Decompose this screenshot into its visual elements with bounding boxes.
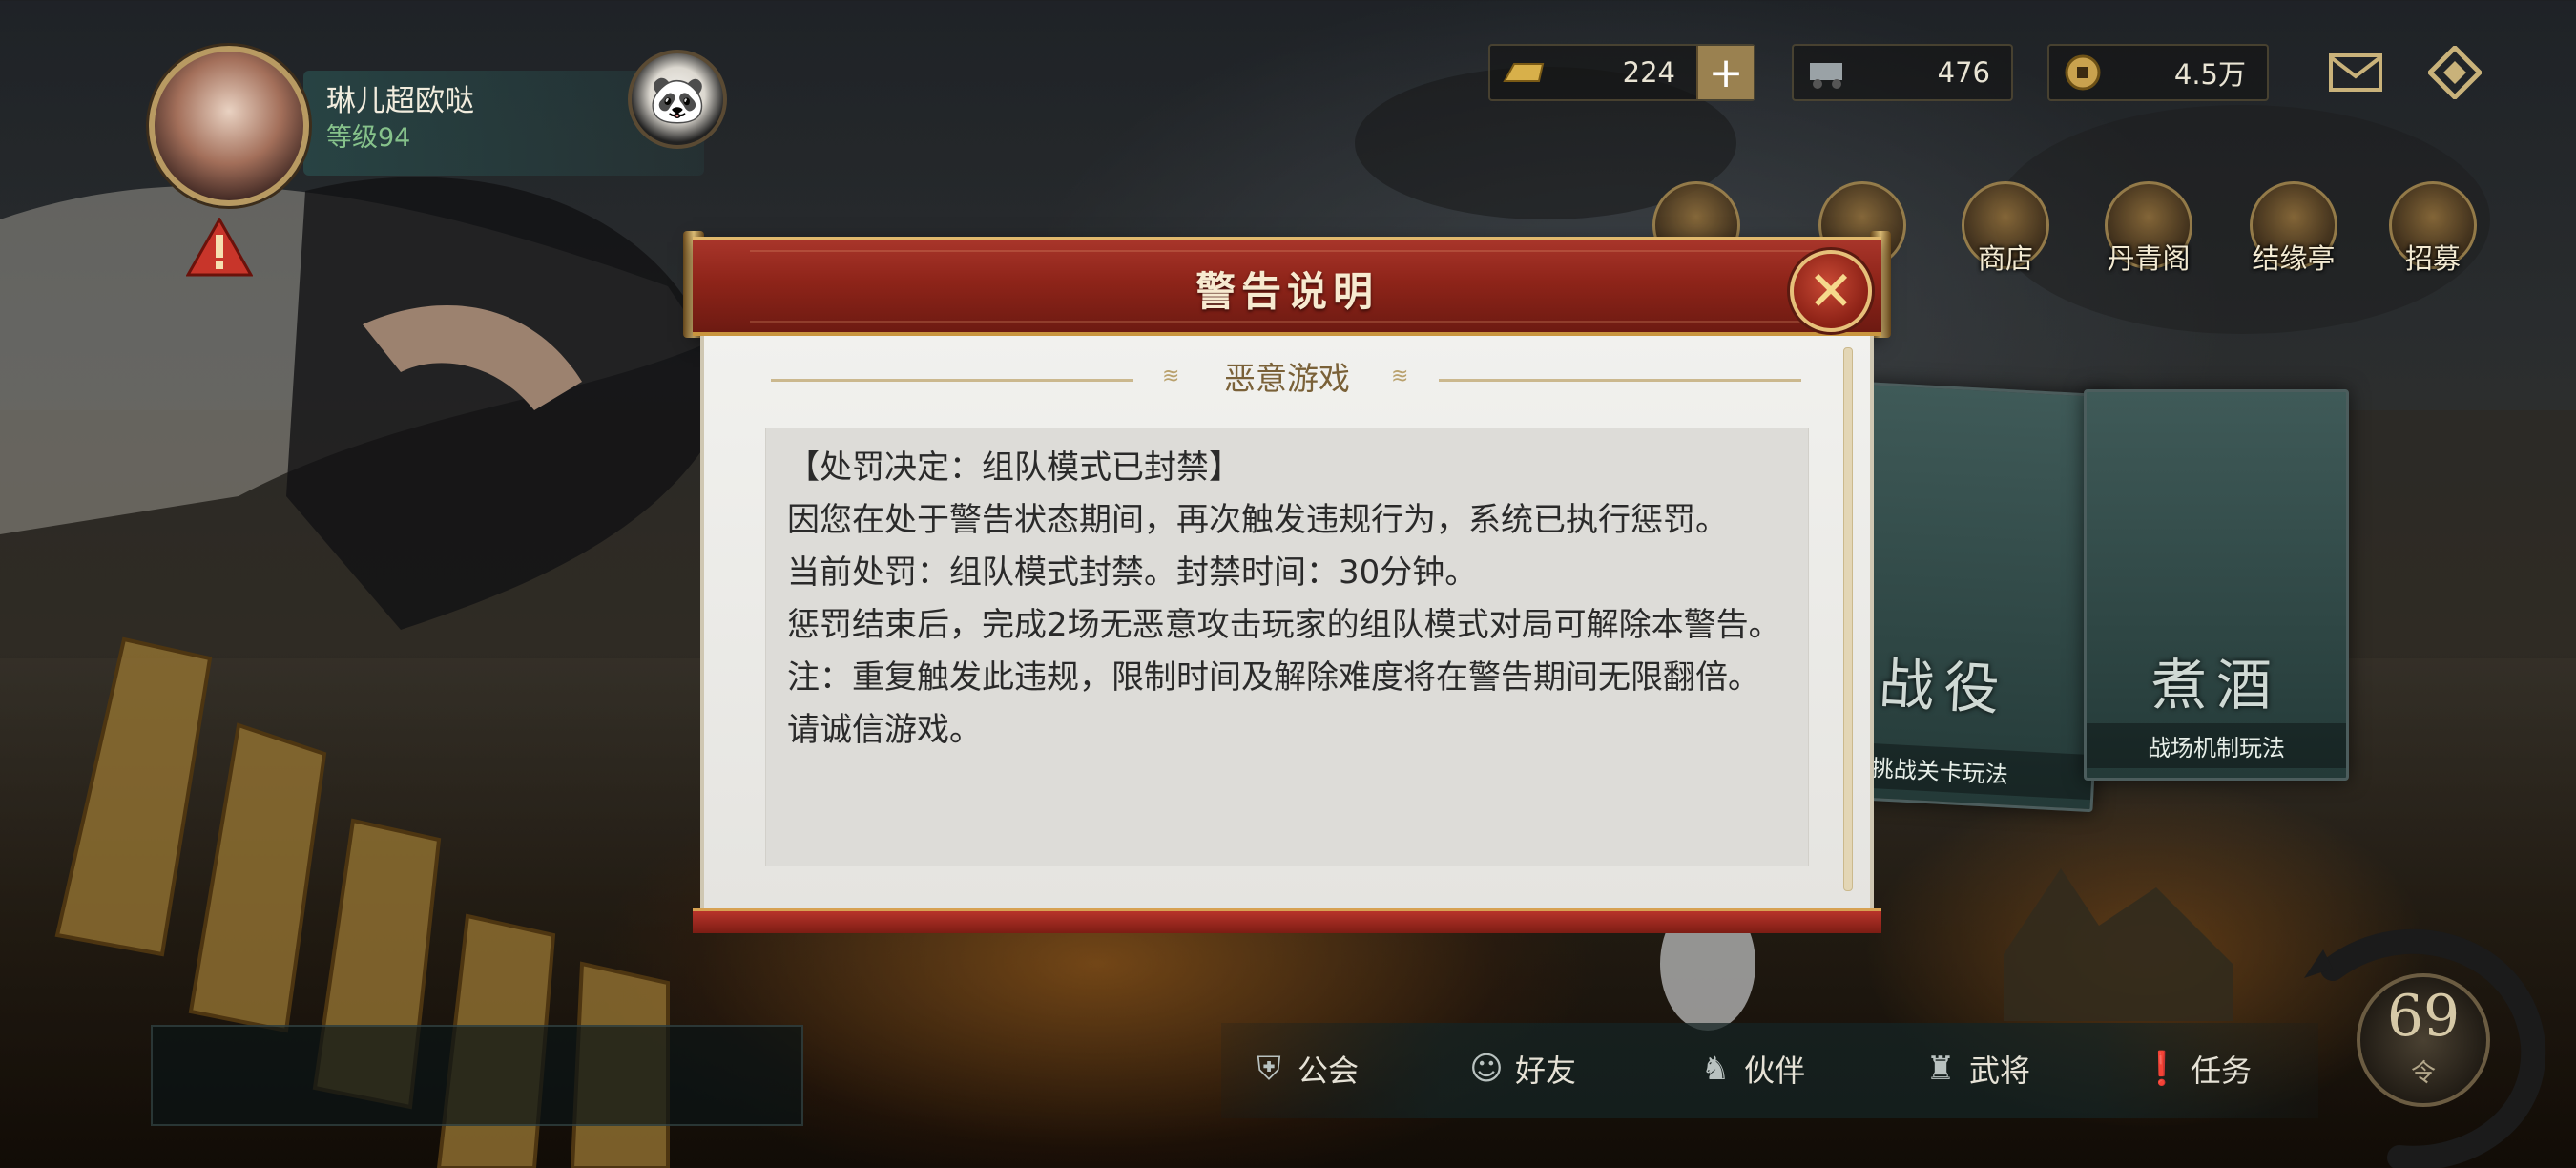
player-profile[interactable]: 琳儿超欧哒 等级94 🐼 xyxy=(143,42,735,214)
coin-currency: 4.5万 xyxy=(2047,44,2269,101)
dialog-subheader: 恶意游戏 xyxy=(1224,360,1350,397)
player-level: 等级94 xyxy=(326,123,411,153)
gold-ingot-icon xyxy=(1490,46,1557,99)
copper-coin-icon xyxy=(2049,46,2116,99)
penalty-decision: 【处罚决定：组队模式已封禁】 xyxy=(787,448,1241,487)
general-icon: ♜ xyxy=(1925,1050,1956,1088)
level-badge-label: 令 xyxy=(2410,1059,2436,1088)
lift-condition: 惩罚结束后，完成2场无恶意攻击玩家的组队模式对局可解除本警告。 xyxy=(787,606,1781,644)
penalty-note: 注：重复触发此违规，限制时间及解除难度将在警告期间无限翻倍。请诚信游戏。 xyxy=(787,658,1760,749)
penalty-reason: 因您在处于警告状态期间，再次触发违规行为，系统已执行惩罚。 xyxy=(787,501,1728,539)
partner-icon: ♞ xyxy=(1700,1050,1731,1088)
gold-value: 224 xyxy=(1622,56,1675,89)
close-button[interactable]: ✕ xyxy=(1790,250,1872,332)
close-icon: ✕ xyxy=(1807,259,1855,323)
dialog-body: ≋ ≋ 恶意游戏 【处罚决定：组队模式已封禁】 因您在处于警告状态期间，再次触发… xyxy=(700,336,1874,908)
feature-danqing[interactable]: 丹青阁 xyxy=(2095,181,2202,277)
nav-friends[interactable]: ☺ 好友 xyxy=(1465,1040,1576,1097)
feature-jieyuan[interactable]: 结缘亭 xyxy=(2240,181,2347,277)
chat-box[interactable] xyxy=(151,1025,803,1126)
feature-shop[interactable]: 商店 xyxy=(1952,181,2059,277)
dialog-footer xyxy=(693,908,1881,933)
coin-value: 4.5万 xyxy=(2173,58,2246,91)
mail-icon[interactable] xyxy=(2324,44,2387,101)
dialog-title: 警告说明 xyxy=(1195,268,1379,315)
friend-icon: ☺ xyxy=(1469,1050,1504,1088)
gold-currency: 224 + xyxy=(1488,44,1755,101)
add-gold-button[interactable]: + xyxy=(1696,46,1754,99)
feature-recruit[interactable]: 招募 xyxy=(2379,181,2486,277)
cart-currency: 476 xyxy=(1792,44,2013,101)
cart-value: 476 xyxy=(1937,56,1990,89)
nav-task[interactable]: ❗ 任务 xyxy=(2141,1040,2252,1097)
warning-icon[interactable] xyxy=(186,218,253,277)
guild-icon: ⛨ xyxy=(1257,1050,1281,1088)
warning-text-panel: 【处罚决定：组队模式已封禁】 因您在处于警告状态期间，再次触发违规行为，系统已执… xyxy=(765,428,1809,866)
mode-card-wine[interactable]: 煮酒 战场机制玩法 xyxy=(2084,389,2349,781)
player-name: 琳儿超欧哒 xyxy=(326,84,474,118)
menu-diamond-icon[interactable] xyxy=(2423,44,2486,101)
player-avatar[interactable] xyxy=(149,46,309,206)
nav-guild[interactable]: ⛨ 公会 xyxy=(1248,1040,1359,1097)
level-badge-value: 69 xyxy=(2386,983,2461,1050)
dialog-header: 警告说明 ✕ xyxy=(693,237,1881,336)
panda-badge-icon[interactable]: 🐼 xyxy=(628,50,727,149)
warning-dialog: 警告说明 ✕ ≋ ≋ 恶意游戏 【处罚决定：组队模式已封禁】 因您在处于警告状态… xyxy=(683,229,1891,939)
task-icon: ❗ xyxy=(2141,1050,2183,1088)
current-penalty: 当前处罚：组队模式封禁。封禁时间：30分钟。 xyxy=(787,553,1478,592)
nav-general[interactable]: ♜ 武将 xyxy=(1920,1040,2030,1097)
dialog-scrollbar[interactable] xyxy=(1843,347,1853,891)
cart-icon xyxy=(1794,46,1860,99)
nav-partner[interactable]: ♞ 伙伴 xyxy=(1694,1040,1805,1097)
